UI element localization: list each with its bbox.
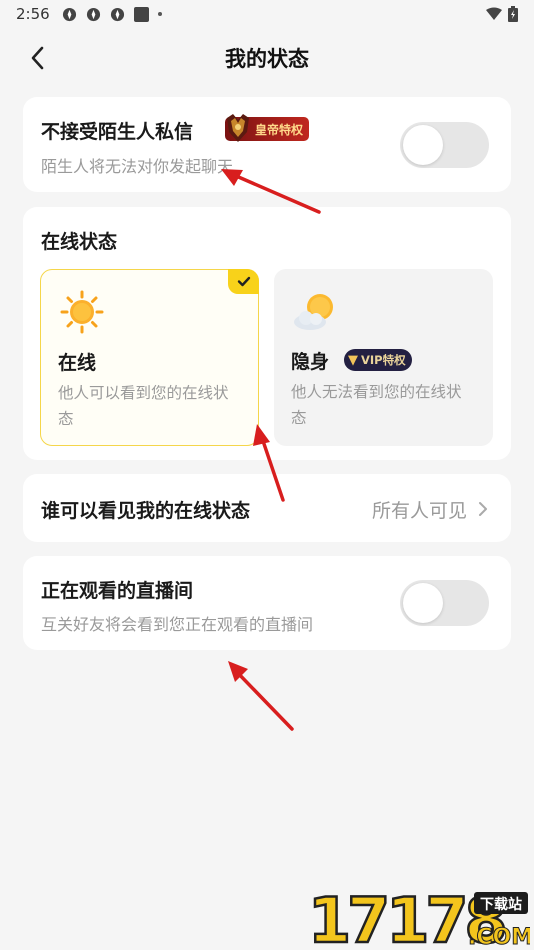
vip-v-icon: ▼ — [348, 352, 358, 368]
annotation-arrow-icon — [253, 424, 285, 502]
notification-app-icon — [86, 7, 100, 21]
status-option-invisible-name: 隐身 — [291, 351, 330, 373]
battery-icon — [508, 6, 518, 22]
top-nav-bar: 我的状态 — [0, 34, 534, 82]
wifi-icon — [486, 7, 502, 20]
emperor-crest-icon — [227, 114, 249, 142]
back-arrow-icon[interactable] — [26, 44, 50, 72]
watermark-tag: 下载站 — [480, 896, 522, 913]
watching-live-toggle[interactable] — [400, 580, 489, 626]
status-option-online[interactable]: 在线 他人可以看到您的在线状态 — [40, 269, 259, 446]
toggle-knob — [403, 583, 443, 623]
site-watermark-logo: 17178 下载站 .COM — [307, 883, 534, 950]
status-visibility-label: 谁可以看见我的在线状态 — [41, 500, 251, 522]
watermark-suffix: .COM — [468, 925, 530, 948]
toggle-knob — [403, 125, 443, 165]
chevron-right-icon — [479, 502, 487, 516]
notification-app-icon — [110, 7, 124, 21]
notification-square-icon — [133, 6, 149, 22]
sun-icon — [60, 290, 104, 334]
online-status-title: 在线状态 — [41, 231, 118, 253]
status-visibility-value: 所有人可见 — [371, 500, 467, 522]
page-title: 我的状态 — [225, 47, 309, 71]
vip-privilege-badge: ▼ VIP特权 — [344, 349, 412, 371]
status-option-invisible-desc: 他人无法看到您的在线状态 — [291, 383, 462, 427]
notification-app-icon — [62, 7, 76, 21]
status-bar: 2:56 — [0, 0, 534, 28]
status-option-invisible[interactable]: 隐身 ▼ VIP特权 他人无法看到您的在线状态 — [274, 269, 493, 446]
status-option-online-desc: 他人可以看到您的在线状态 — [58, 384, 229, 428]
checkmark-icon — [237, 276, 250, 287]
annotation-arrow-icon — [221, 169, 321, 214]
watching-live-card: 正在观看的直播间 互关好友将会看到您正在观看的直播间 — [23, 556, 511, 650]
watermark-logo-icon: 17178 下载站 .COM — [307, 883, 534, 950]
stranger-dm-title: 不接受陌生人私信 — [41, 121, 194, 143]
stranger-dm-toggle[interactable] — [400, 122, 489, 168]
vip-badge-label: VIP特权 — [361, 353, 406, 367]
status-option-online-name: 在线 — [58, 352, 97, 374]
watching-live-subtitle: 互关好友将会看到您正在观看的直播间 — [41, 615, 314, 634]
more-notifications-dot-icon — [157, 12, 162, 16]
stranger-dm-subtitle: 陌生人将无法对你发起聊天 — [41, 157, 234, 176]
annotation-arrow-icon — [228, 661, 294, 731]
selected-check-badge — [228, 269, 259, 294]
cloudy-sun-icon — [294, 294, 333, 330]
status-time: 2:56 — [16, 5, 50, 23]
watching-live-title: 正在观看的直播间 — [41, 580, 194, 602]
emperor-privilege-badge: 皇帝特权 — [225, 114, 310, 142]
emperor-badge-label: 皇帝特权 — [255, 122, 304, 137]
